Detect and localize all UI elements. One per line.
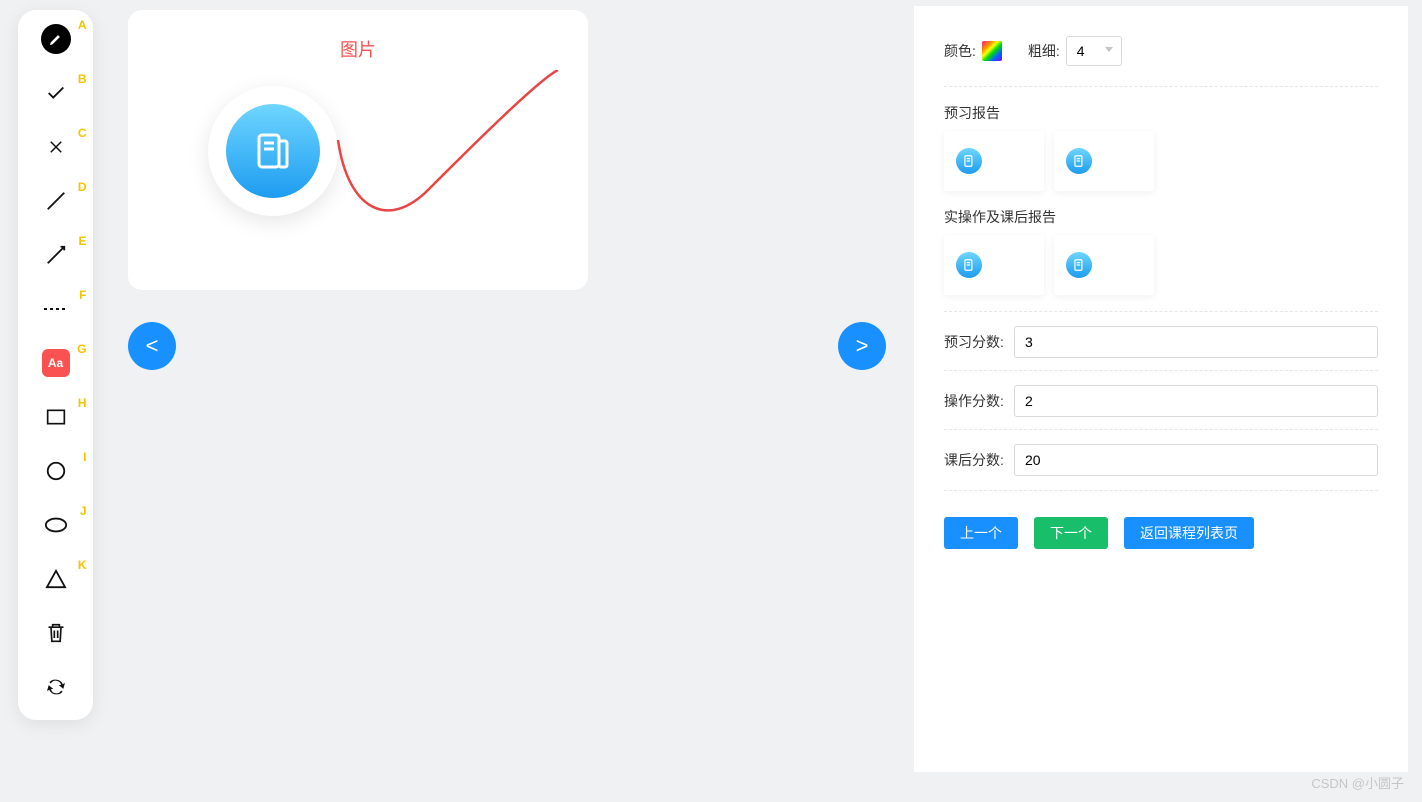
tool-label: E bbox=[78, 234, 86, 248]
score-preview-row: 预习分数: bbox=[944, 311, 1378, 358]
line-tool[interactable]: D bbox=[41, 186, 71, 216]
pen-tool[interactable]: A bbox=[41, 24, 71, 54]
practice-thumb[interactable] bbox=[1054, 235, 1154, 295]
sync-tool[interactable] bbox=[41, 672, 71, 702]
canvas-prev-button[interactable]: < bbox=[128, 322, 176, 370]
thickness-value: 4 bbox=[1077, 43, 1085, 59]
document-icon bbox=[1066, 252, 1092, 278]
arrow-line-tool[interactable]: E bbox=[41, 240, 71, 270]
document-icon bbox=[956, 148, 982, 174]
thickness-label: 粗细: bbox=[1028, 41, 1060, 61]
practice-thumb-row bbox=[944, 235, 1378, 295]
dashed-line-tool[interactable]: F bbox=[41, 294, 71, 324]
triangle-tool[interactable]: K bbox=[41, 564, 71, 594]
canvas-next-button[interactable]: > bbox=[838, 322, 886, 370]
drawn-curve bbox=[328, 70, 568, 230]
score-after-row: 课后分数: bbox=[944, 429, 1378, 476]
document-thumbnail bbox=[208, 86, 338, 216]
tool-label: D bbox=[78, 180, 87, 194]
document-icon bbox=[226, 104, 320, 198]
preview-thumb[interactable] bbox=[1054, 131, 1154, 191]
tool-label: I bbox=[83, 450, 86, 464]
drawing-toolbar: A B C D E F Aa G H I J K bbox=[18, 10, 93, 720]
x-tool[interactable]: C bbox=[41, 132, 71, 162]
preview-thumb[interactable] bbox=[944, 131, 1044, 191]
tool-label: H bbox=[78, 396, 87, 410]
back-to-list-button[interactable]: 返回课程列表页 bbox=[1124, 517, 1254, 549]
score-preview-label: 预习分数: bbox=[944, 332, 1014, 352]
chevron-down-icon bbox=[1105, 47, 1113, 52]
tool-label: A bbox=[78, 18, 87, 32]
canvas-card[interactable]: 图片 bbox=[128, 10, 588, 290]
text-tool[interactable]: Aa G bbox=[41, 348, 71, 378]
prev-student-button[interactable]: 上一个 bbox=[944, 517, 1018, 549]
color-picker[interactable] bbox=[982, 41, 1002, 61]
color-label: 颜色: bbox=[944, 41, 976, 61]
score-preview-input[interactable] bbox=[1014, 326, 1378, 358]
practice-section-title: 实操作及课后报告 bbox=[944, 207, 1378, 227]
check-tool[interactable]: B bbox=[41, 78, 71, 108]
preview-thumb-row bbox=[944, 131, 1378, 191]
tool-label: G bbox=[77, 342, 86, 356]
watermark: CSDN @小圆子 bbox=[1311, 773, 1404, 792]
preview-section-title: 预习报告 bbox=[944, 103, 1378, 123]
score-operate-input[interactable] bbox=[1014, 385, 1378, 417]
thickness-select[interactable]: 4 bbox=[1066, 36, 1122, 66]
score-operate-label: 操作分数: bbox=[944, 391, 1014, 411]
trash-tool[interactable] bbox=[41, 618, 71, 648]
circle-tool[interactable]: I bbox=[41, 456, 71, 486]
next-student-button[interactable]: 下一个 bbox=[1034, 517, 1108, 549]
tool-label: B bbox=[78, 72, 87, 86]
score-operate-row: 操作分数: bbox=[944, 370, 1378, 417]
tool-label: F bbox=[79, 288, 86, 302]
tool-label: K bbox=[78, 558, 87, 572]
score-after-input[interactable] bbox=[1014, 444, 1378, 476]
divider bbox=[944, 86, 1378, 87]
practice-thumb[interactable] bbox=[944, 235, 1044, 295]
rect-tool[interactable]: H bbox=[41, 402, 71, 432]
tool-label: C bbox=[78, 126, 87, 140]
ellipse-tool[interactable]: J bbox=[41, 510, 71, 540]
color-thickness-row: 颜色: 粗细: 4 bbox=[944, 36, 1378, 66]
grading-panel: 颜色: 粗细: 4 预习报告 实操作及课后报告 预习分数: 操作分数: 课后分数… bbox=[914, 6, 1408, 772]
action-buttons: 上一个 下一个 返回课程列表页 bbox=[944, 490, 1378, 549]
text-icon: Aa bbox=[42, 349, 70, 377]
tool-label: J bbox=[80, 504, 87, 518]
canvas-title: 图片 bbox=[128, 10, 588, 62]
document-icon bbox=[1066, 148, 1092, 174]
document-icon bbox=[956, 252, 982, 278]
score-after-label: 课后分数: bbox=[944, 450, 1014, 470]
